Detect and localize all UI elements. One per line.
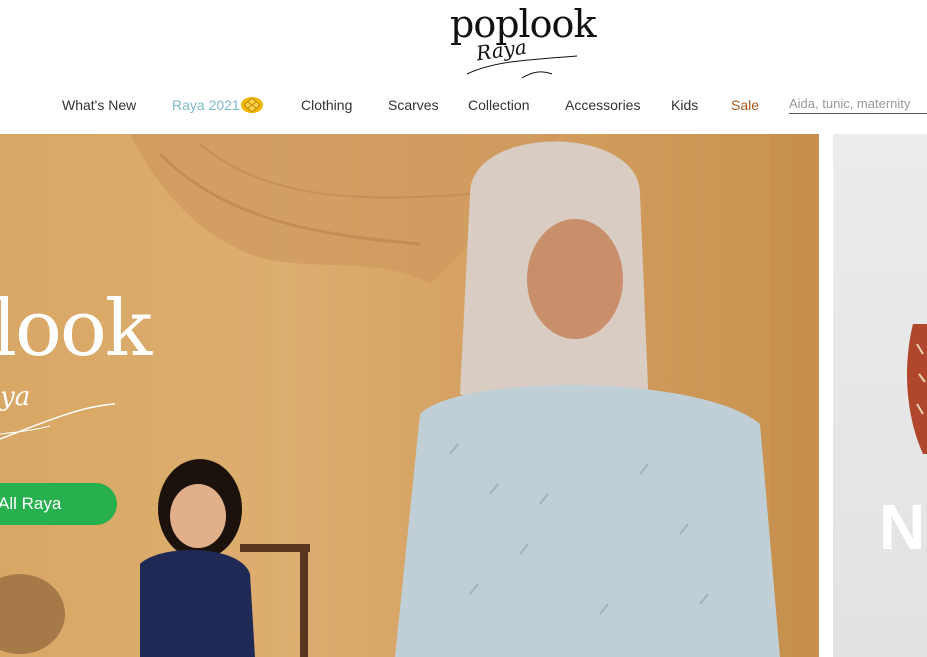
nav-collection[interactable]: Collection: [468, 97, 529, 113]
hero-banner[interactable]: look ya All Raya: [0, 134, 819, 657]
nav-scarves[interactable]: Scarves: [388, 97, 439, 113]
side-banner-letter: N: [879, 491, 926, 563]
hero-image: [0, 134, 819, 657]
poplook-logo[interactable]: poplook Raya: [450, 4, 596, 80]
side-banner-image: [907, 324, 927, 454]
ketupat-icon: [241, 97, 263, 113]
shop-raya-button[interactable]: All Raya: [0, 483, 117, 525]
side-banner[interactable]: N: [833, 134, 927, 657]
site-header: poplook Raya What's New Raya 2021 Clothi…: [0, 0, 927, 134]
nav-accessories[interactable]: Accessories: [565, 97, 640, 113]
nav-kids[interactable]: Kids: [671, 97, 698, 113]
nav-sale[interactable]: Sale: [731, 97, 759, 113]
nav-whats-new[interactable]: What's New: [62, 97, 136, 113]
hero-headline: look: [0, 284, 152, 374]
search-input[interactable]: [789, 93, 927, 114]
main-nav: What's New Raya 2021 Clothing Scarves Co…: [0, 92, 927, 120]
logo-swash-icon: [466, 55, 578, 79]
nav-clothing[interactable]: Clothing: [301, 97, 352, 113]
nav-raya-2021[interactable]: Raya 2021: [172, 97, 240, 113]
hero-script-text: ya: [0, 382, 31, 412]
